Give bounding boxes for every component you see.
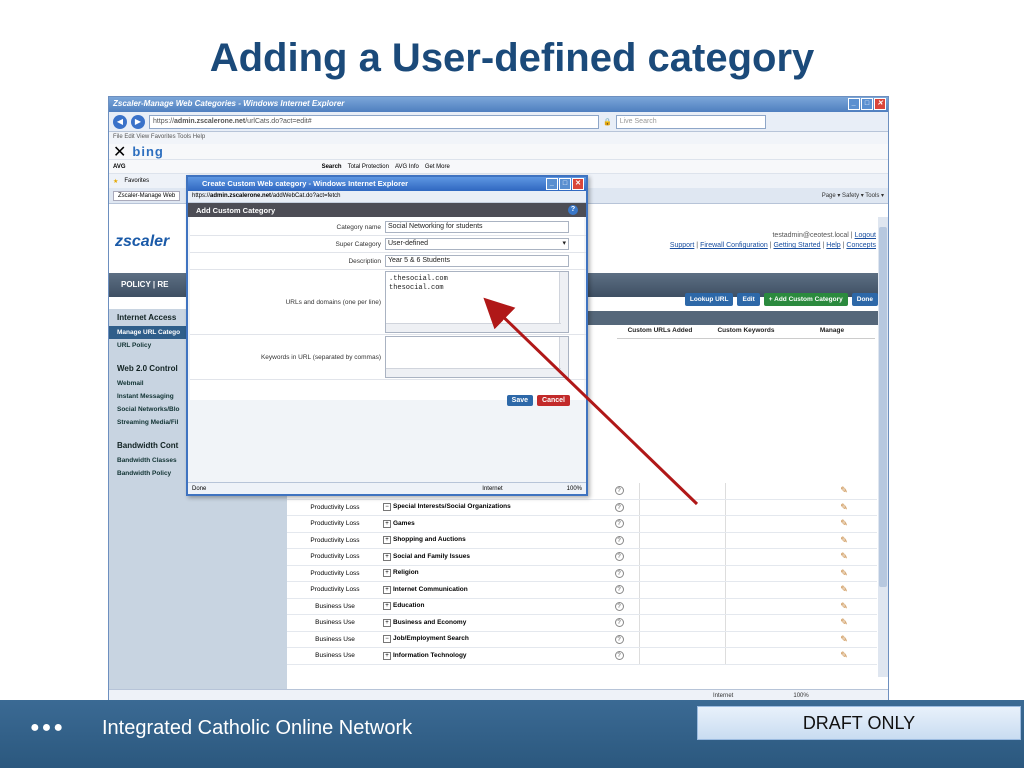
slide: Adding a User-defined category Zscaler-M… xyxy=(0,0,1024,768)
annotation-arrow xyxy=(483,297,699,506)
footer-org: Integrated Catholic Online Network xyxy=(102,717,413,739)
footer-dots: ●●● xyxy=(30,719,65,736)
draft-badge: DRAFT ONLY xyxy=(697,706,1021,740)
